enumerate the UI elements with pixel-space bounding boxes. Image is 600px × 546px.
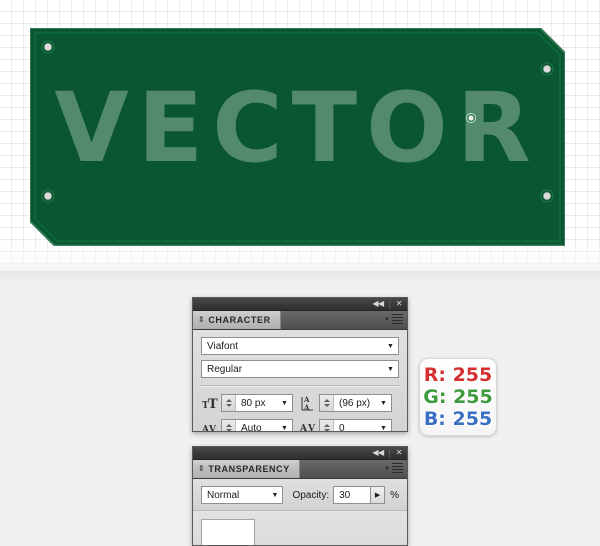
chevron-down-icon: ▼: [271, 491, 279, 499]
opacity-label: Opacity:: [292, 489, 330, 501]
rgb-blue-value: B: 255: [423, 408, 493, 430]
leading-stepper[interactable]: [320, 395, 334, 411]
character-panel-body: Viafont ▼ Regular ▼ TT 80 px ▼ AA (96 px…: [193, 330, 407, 433]
panel-menu-button[interactable]: ▼: [377, 460, 407, 478]
tracking-stepper[interactable]: [320, 420, 334, 431]
tracking-icon: AV: [299, 418, 319, 432]
leading-field[interactable]: (96 px) ▼: [319, 394, 392, 412]
percent-symbol: %: [390, 489, 399, 501]
tab-transparency-label: TRANSPARENCY: [208, 464, 290, 474]
kerning-icon: AV: [201, 418, 221, 433]
tabbar-filler: [300, 460, 377, 478]
hamburger-icon: [392, 314, 403, 326]
tracking-field[interactable]: 0 ▼: [319, 419, 392, 432]
blend-mode-select[interactable]: Normal ▼: [201, 486, 284, 504]
titlebar-separator: |: [388, 299, 391, 309]
artboard-canvas[interactable]: VECTOR: [0, 0, 600, 273]
kerning-field[interactable]: Auto ▼: [221, 419, 293, 432]
font-family-value: Viafont: [207, 340, 238, 352]
titlebar-separator: |: [388, 448, 391, 458]
chevron-down-icon: ▼: [387, 342, 394, 350]
transparency-thumbnail-area[interactable]: [193, 511, 407, 545]
chevron-down-icon[interactable]: ▼: [277, 395, 292, 411]
transparency-tabbar: ⇕ TRANSPARENCY ▼: [193, 460, 407, 479]
svg-text:V: V: [307, 424, 316, 433]
tracking-value: 0: [339, 422, 345, 432]
opacity-slider-button[interactable]: ▶: [371, 486, 386, 504]
rgb-green-value: G: 255: [423, 386, 493, 408]
collapse-icon[interactable]: ◀◀: [372, 300, 384, 308]
panel-divider: [201, 385, 399, 387]
kerning-stepper[interactable]: [222, 420, 236, 431]
chevron-down-icon: ▼: [384, 317, 390, 323]
chevron-down-icon[interactable]: ▼: [376, 420, 391, 432]
leading-value: (96 px): [339, 397, 371, 409]
screw-head: [44, 192, 52, 200]
font-size-value: 80 px: [241, 397, 266, 409]
kerning-value: Auto: [241, 422, 262, 432]
vector-sign-artwork[interactable]: VECTOR: [30, 28, 565, 246]
svg-text:T: T: [208, 397, 218, 410]
screw-head: [543, 192, 551, 200]
character-panel-titlebar: ◀◀ | ✕: [193, 298, 407, 311]
tab-grip-icon: ⇕: [198, 315, 206, 324]
blend-mode-value: Normal: [207, 489, 240, 501]
svg-text:A: A: [300, 424, 308, 433]
close-icon[interactable]: ✕: [396, 300, 403, 308]
transparency-panel-titlebar: ◀◀ | ✕: [193, 447, 407, 460]
font-style-select[interactable]: Regular ▼: [201, 360, 399, 378]
font-family-select[interactable]: Viafont ▼: [201, 337, 399, 355]
chevron-down-icon: ▼: [384, 466, 390, 472]
panel-menu-button[interactable]: ▼: [377, 311, 407, 329]
chevron-down-icon: ▼: [387, 365, 394, 373]
canvas-fade: [0, 243, 600, 273]
close-icon[interactable]: ✕: [396, 449, 403, 457]
font-size-stepper[interactable]: [222, 395, 236, 411]
chevron-down-icon[interactable]: ▼: [277, 420, 292, 432]
leading-icon: AA: [299, 393, 319, 413]
screw-head: [468, 115, 474, 121]
font-size-icon: TT: [201, 393, 221, 413]
object-thumbnail[interactable]: [201, 519, 255, 545]
character-panel[interactable]: ◀◀ | ✕ ⇕ CHARACTER ▼ Viafont ▼ Regular ▼…: [192, 297, 408, 432]
tabbar-filler: [281, 311, 377, 329]
tab-transparency[interactable]: ⇕ TRANSPARENCY: [193, 460, 300, 478]
tab-character-label: CHARACTER: [208, 315, 271, 325]
rgb-red-value: R: 255: [423, 364, 493, 386]
transparency-panel[interactable]: ◀◀ | ✕ ⇕ TRANSPARENCY ▼ Normal ▼ Opacity…: [192, 446, 408, 546]
transparency-panel-body: Normal ▼ Opacity: 30 ▶ %: [193, 479, 407, 510]
font-size-field[interactable]: 80 px ▼: [221, 394, 293, 412]
chevron-down-icon[interactable]: ▼: [376, 395, 391, 411]
collapse-icon[interactable]: ◀◀: [372, 449, 384, 457]
opacity-input[interactable]: 30: [333, 486, 371, 504]
tab-grip-icon: ⇕: [198, 464, 206, 473]
sign-text: VECTOR: [54, 72, 539, 184]
screw-head: [44, 43, 52, 51]
rgb-values-callout: R: 255 G: 255 B: 255: [419, 358, 497, 436]
tab-character[interactable]: ⇕ CHARACTER: [193, 311, 281, 329]
font-style-value: Regular: [207, 363, 243, 375]
screw-head: [543, 65, 551, 73]
character-tabbar: ⇕ CHARACTER ▼: [193, 311, 407, 330]
svg-text:V: V: [208, 425, 217, 433]
hamburger-icon: [392, 463, 403, 475]
